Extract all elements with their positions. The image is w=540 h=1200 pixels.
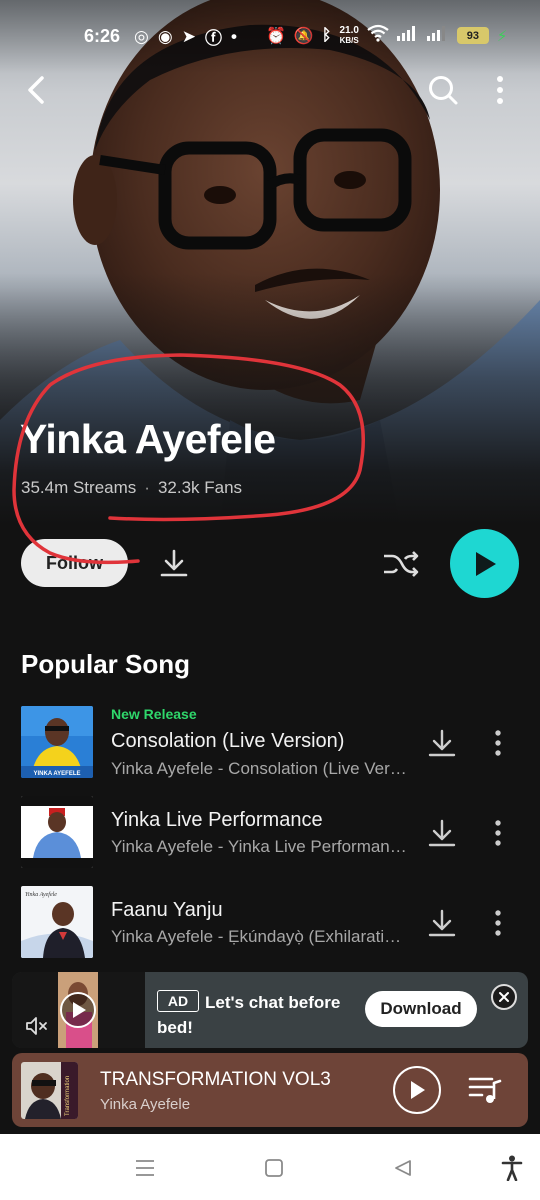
- artist-stats: 35.4m Streams · 32.3k Fans: [21, 478, 243, 497]
- download-icon: [428, 909, 456, 937]
- follow-button[interactable]: Follow: [21, 539, 128, 587]
- song-download-button[interactable]: [424, 905, 460, 941]
- song-more-button[interactable]: [484, 905, 512, 941]
- accessibility-icon: [501, 1155, 523, 1181]
- status-bar: 6:26 ◎ ◉ ➤ ⓕ • ⏰ 🔕 ᛒ 21.0 KB/S 93 ⚡: [0, 22, 540, 52]
- alarm-icon: ⏰: [266, 27, 286, 45]
- more-options-button[interactable]: [480, 70, 520, 110]
- back-triangle-icon: [395, 1160, 411, 1176]
- dot-icon: •: [230, 26, 237, 46]
- song-more-button[interactable]: [484, 815, 512, 851]
- song-subtitle: Yinka Ayefele - Yinka Live Performance: [111, 837, 407, 856]
- shuffle-button[interactable]: [380, 543, 422, 585]
- artist-name: Yinka Ayefele: [20, 416, 276, 462]
- new-release-badge: New Release: [111, 706, 197, 722]
- menu-icon: [136, 1160, 154, 1176]
- download-icon: [428, 819, 456, 847]
- battery-indicator: 93: [456, 27, 489, 44]
- svg-text:YINKA AYEFELE: YINKA AYEFELE: [33, 771, 80, 777]
- song-artwork: [21, 796, 93, 868]
- queue-music-icon: [468, 1077, 502, 1103]
- play-icon: [411, 1081, 425, 1099]
- nav-back-button[interactable]: [387, 1152, 419, 1184]
- back-button[interactable]: [16, 70, 56, 110]
- more-vert-icon: [497, 76, 503, 104]
- facebook-icon: ⓕ: [204, 29, 222, 48]
- song-title: Consolation (Live Version): [111, 730, 345, 752]
- signal-icon: [396, 25, 419, 46]
- song-title: Faanu Yanju: [111, 899, 223, 921]
- status-time: 6:26: [84, 26, 121, 46]
- play-icon: [475, 551, 496, 576]
- song-more-button[interactable]: [484, 725, 512, 761]
- more-vert-icon: [495, 730, 501, 756]
- back-icon: [28, 76, 44, 104]
- section-title: Popular Song: [21, 649, 190, 679]
- player-artwork: Transformation: [21, 1062, 78, 1119]
- svg-text:Yinka Ayefele: Yinka Ayefele: [25, 891, 57, 898]
- player-play-button[interactable]: [393, 1066, 441, 1114]
- queue-button[interactable]: [467, 1072, 503, 1108]
- song-row[interactable]: Yinka Ayefele Faanu Yanju Yinka Ayefele …: [0, 886, 540, 960]
- close-icon: [499, 992, 509, 1002]
- song-subtitle: Yinka Ayefele - Consolation (Live Versio…: [111, 759, 407, 778]
- mute-button[interactable]: [24, 1014, 48, 1038]
- download-icon: [428, 729, 456, 757]
- more-vert-icon: [495, 910, 501, 936]
- telegram-icon: ➤: [181, 26, 196, 46]
- song-artwork: YINKA AYEFELE: [21, 706, 93, 778]
- ad-download-button[interactable]: Download: [365, 991, 477, 1027]
- song-row[interactable]: YINKA AYEFELE New Release Consolation (L…: [0, 706, 540, 780]
- wifi-icon: [367, 24, 389, 47]
- player-artist: Yinka Ayefele: [100, 1096, 191, 1113]
- song-download-button[interactable]: [424, 815, 460, 851]
- song-subtitle: Yinka Ayefele - Ẹkúndayọ̀ (Exhilaration): [111, 927, 407, 946]
- streams-count: 35.4m Streams: [21, 478, 137, 497]
- play-all-button[interactable]: [450, 529, 519, 598]
- charging-icon: ⚡: [496, 27, 508, 45]
- shuffle-icon: [384, 551, 419, 577]
- search-icon: [429, 76, 458, 105]
- ad-close-button[interactable]: [491, 984, 517, 1010]
- whatsapp-icon: ◉: [157, 26, 173, 46]
- nav-home-button[interactable]: [258, 1152, 290, 1184]
- search-button[interactable]: [423, 70, 463, 110]
- download-icon: [160, 549, 188, 577]
- more-vert-icon: [495, 820, 501, 846]
- svg-text:Transformation: Transformation: [65, 1076, 71, 1116]
- home-square-icon: [265, 1159, 283, 1177]
- nav-menu-button[interactable]: [129, 1152, 161, 1184]
- song-row[interactable]: Yinka Live Performance Yinka Ayefele - Y…: [0, 796, 540, 870]
- net-speed: 21.0 KB/S: [339, 24, 359, 45]
- fans-count: 32.3k Fans: [157, 478, 243, 497]
- mute-icon: [26, 1017, 47, 1035]
- accessibility-button[interactable]: [496, 1152, 528, 1184]
- bluetooth-icon: ᛒ: [321, 26, 332, 44]
- whatsapp-business-icon: ◎: [134, 26, 149, 46]
- mute-notification-icon: 🔕: [293, 27, 314, 45]
- song-download-button[interactable]: [424, 725, 460, 761]
- signal-icon-2: [426, 25, 449, 46]
- ad-label: AD: [157, 990, 199, 1012]
- song-artwork: Yinka Ayefele: [21, 886, 93, 958]
- ad-video[interactable]: [12, 972, 145, 1048]
- player-track-title: TRANSFORMATION VOL3: [100, 1069, 331, 1090]
- song-title: Yinka Live Performance: [111, 809, 323, 831]
- download-all-button[interactable]: [156, 545, 192, 581]
